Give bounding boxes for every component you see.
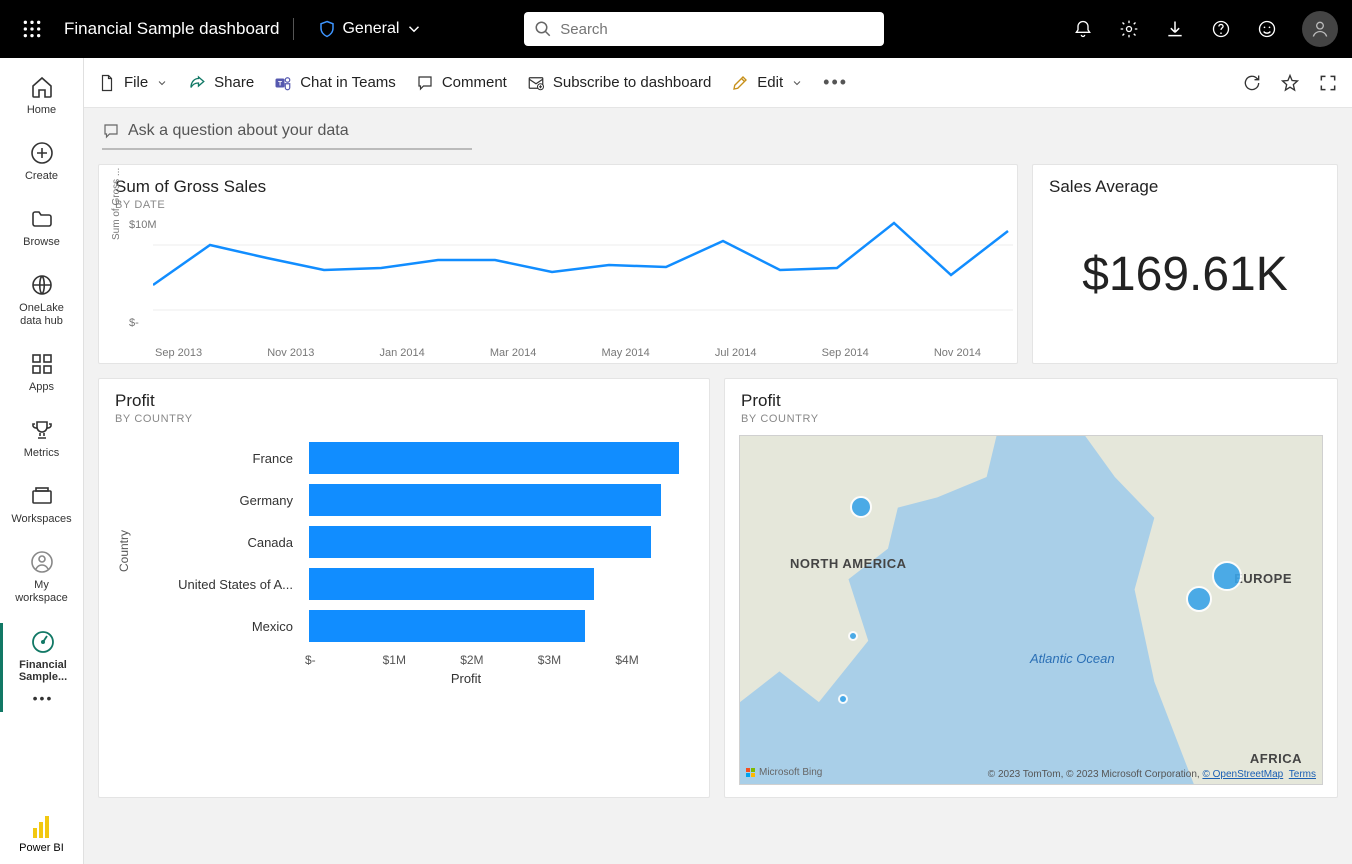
search-icon bbox=[534, 20, 552, 38]
nav-onelake[interactable]: OneLakedata hub bbox=[0, 266, 83, 333]
tile-subtitle: BY DATE bbox=[115, 199, 1001, 211]
shield-icon bbox=[318, 20, 336, 38]
notifications-icon[interactable] bbox=[1072, 18, 1094, 40]
bubble-canada bbox=[850, 496, 872, 518]
chevron-down-icon bbox=[156, 77, 168, 89]
person-circle-icon bbox=[29, 549, 55, 575]
bar-france bbox=[309, 442, 679, 474]
kpi-value: $169.61K bbox=[1049, 247, 1321, 302]
line-xticks: Sep 2013Nov 2013Jan 2014Mar 2014May 2014… bbox=[115, 345, 1001, 359]
home-icon bbox=[29, 74, 55, 100]
bar-canada bbox=[309, 526, 651, 558]
header-actions bbox=[1072, 11, 1338, 47]
help-icon[interactable] bbox=[1210, 18, 1232, 40]
tile-title: Sum of Gross Sales bbox=[115, 177, 1001, 197]
global-header: Financial Sample dashboard General bbox=[0, 0, 1352, 58]
plus-circle-icon bbox=[29, 140, 55, 166]
tile-title: Profit bbox=[741, 391, 1321, 411]
share-icon bbox=[188, 74, 206, 92]
line-chart: Sum of Gross ... $10M$- bbox=[115, 215, 1001, 345]
terms-link[interactable]: Terms bbox=[1289, 769, 1316, 780]
sensitivity-label-dropdown[interactable]: General bbox=[318, 20, 423, 38]
powerbi-logo-icon bbox=[33, 816, 49, 838]
cmd-more[interactable]: ••• bbox=[823, 72, 848, 93]
tile-title: Sales Average bbox=[1049, 177, 1321, 197]
folder-icon bbox=[29, 206, 55, 232]
bar-mexico bbox=[309, 610, 585, 642]
subscribe-icon bbox=[527, 74, 545, 92]
nav-home[interactable]: Home bbox=[0, 68, 83, 122]
tile-profit-bar[interactable]: Profit BY COUNTRY Country France Germany… bbox=[98, 378, 710, 798]
tile-title: Profit bbox=[115, 391, 693, 411]
fullscreen-icon[interactable] bbox=[1318, 73, 1338, 93]
bubble-usa bbox=[848, 631, 858, 641]
file-icon bbox=[98, 74, 116, 92]
onelake-icon bbox=[29, 272, 55, 298]
dashboard-icon bbox=[30, 629, 56, 655]
bar-chart: Country France Germany Canada United Sta… bbox=[119, 437, 693, 747]
tile-sales-average-kpi[interactable]: Sales Average $169.61K bbox=[1032, 164, 1338, 364]
cmd-subscribe[interactable]: Subscribe to dashboard bbox=[527, 74, 711, 92]
nav-metrics[interactable]: Metrics bbox=[0, 411, 83, 465]
download-icon[interactable] bbox=[1164, 18, 1186, 40]
search-box[interactable] bbox=[524, 12, 884, 46]
chevron-down-icon bbox=[791, 77, 803, 89]
bar-germany bbox=[309, 484, 661, 516]
qna-bar: Ask a question about your data bbox=[84, 108, 1352, 154]
tile-subtitle: BY COUNTRY bbox=[741, 413, 1321, 425]
cmd-share[interactable]: Share bbox=[188, 74, 254, 92]
osm-link[interactable]: © OpenStreetMap bbox=[1202, 769, 1283, 780]
nav-current-dashboard[interactable]: FinancialSample... ••• bbox=[0, 623, 83, 712]
teams-icon: T bbox=[274, 74, 292, 92]
nav-workspaces[interactable]: Workspaces bbox=[0, 477, 83, 531]
nav-my-workspace[interactable]: Myworkspace bbox=[0, 543, 83, 610]
feedback-smiley-icon[interactable] bbox=[1256, 18, 1278, 40]
favorite-star-icon[interactable] bbox=[1280, 73, 1300, 93]
page-title: Financial Sample dashboard bbox=[64, 19, 279, 39]
line-chart-svg bbox=[153, 215, 1013, 325]
trophy-icon bbox=[29, 417, 55, 443]
tile-gross-sales-line[interactable]: Sum of Gross Sales BY DATE Sum of Gross … bbox=[98, 164, 1018, 364]
bar-usa bbox=[309, 568, 594, 600]
cmd-file[interactable]: File bbox=[98, 74, 168, 92]
bubble-mexico bbox=[838, 694, 848, 704]
chevron-down-icon bbox=[405, 20, 423, 38]
bing-attribution: Microsoft Bing bbox=[746, 767, 822, 778]
account-avatar[interactable] bbox=[1302, 11, 1338, 47]
cmd-comment[interactable]: Comment bbox=[416, 74, 507, 92]
more-dots-icon[interactable]: ••• bbox=[33, 690, 54, 706]
app-launcher-icon[interactable] bbox=[14, 11, 50, 47]
bubble-france bbox=[1186, 586, 1212, 612]
settings-gear-icon[interactable] bbox=[1118, 18, 1140, 40]
apps-icon bbox=[29, 351, 55, 377]
cmd-chat-teams[interactable]: T Chat in Teams bbox=[274, 74, 396, 92]
tile-profit-map[interactable]: Profit BY COUNTRY NORTH AMERICA EUROPE A… bbox=[724, 378, 1338, 798]
dashboard-grid: Sum of Gross Sales BY DATE Sum of Gross … bbox=[84, 154, 1352, 812]
main-region: File Share T Chat in Teams Comment Subsc… bbox=[84, 58, 1352, 864]
powerbi-brand[interactable]: Power BI bbox=[19, 816, 64, 854]
workspaces-icon bbox=[29, 483, 55, 509]
nav-create[interactable]: Create bbox=[0, 134, 83, 188]
nav-browse[interactable]: Browse bbox=[0, 200, 83, 254]
tile-subtitle: BY COUNTRY bbox=[115, 413, 693, 425]
bubble-germany bbox=[1212, 561, 1242, 591]
left-nav: Home Create Browse OneLakedata hub Apps … bbox=[0, 58, 84, 864]
map-credits: © 2023 TomTom, © 2023 Microsoft Corporat… bbox=[988, 769, 1316, 780]
comment-icon bbox=[416, 74, 434, 92]
search-input[interactable] bbox=[560, 21, 874, 38]
nav-apps[interactable]: Apps bbox=[0, 345, 83, 399]
sensitivity-text: General bbox=[342, 20, 399, 38]
cmd-edit[interactable]: Edit bbox=[731, 74, 803, 92]
refresh-icon[interactable] bbox=[1242, 73, 1262, 93]
command-bar: File Share T Chat in Teams Comment Subsc… bbox=[84, 58, 1352, 108]
pencil-icon bbox=[731, 74, 749, 92]
comment-icon bbox=[102, 122, 120, 140]
map-canvas[interactable]: NORTH AMERICA EUROPE AFRICA Atlantic Oce… bbox=[739, 435, 1323, 785]
qna-input[interactable]: Ask a question about your data bbox=[102, 122, 472, 150]
